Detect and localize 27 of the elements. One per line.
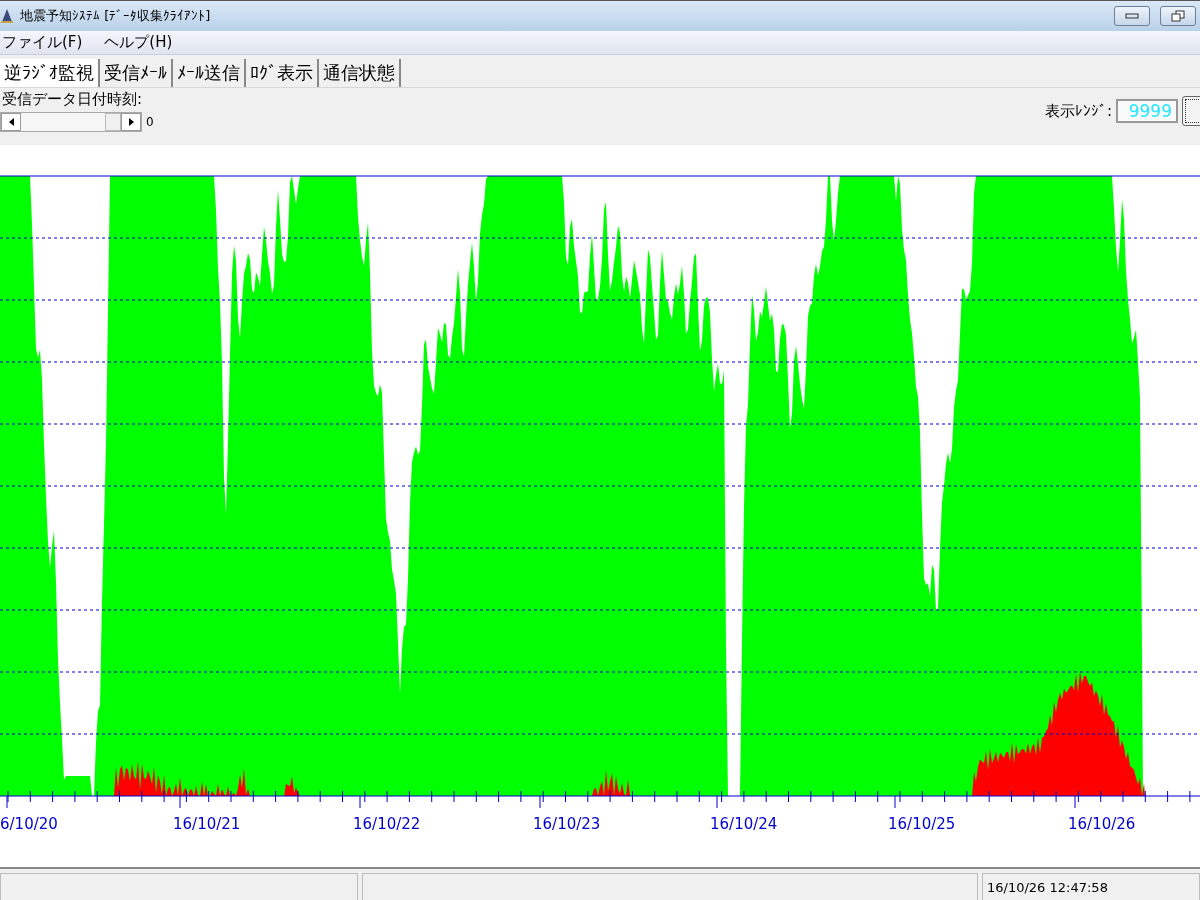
menu-item[interactable]: ヘルプ(H) <box>102 33 175 52</box>
right-arrow-icon[interactable] <box>128 118 134 126</box>
date-label: 16/10/24 <box>710 815 778 833</box>
time-value: 0 <box>146 115 154 129</box>
range-label: 表示ﾚﾝｼﾞ: <box>1044 101 1112 121</box>
tab[interactable]: 受信ﾒｰﾙ <box>100 59 173 87</box>
date-label: 16/10/25 <box>888 815 956 833</box>
menu-item[interactable]: ファイル(F) <box>0 33 85 52</box>
window-title: 地震予知ｼｽﾃﾑ [ﾃﾞｰﾀ収集ｸﾗｲｱﾝﾄ] <box>20 7 211 25</box>
tab[interactable]: 逆ﾗｼﾞｵ監視 <box>0 59 100 87</box>
tab[interactable]: ﾒｰﾙ送信 <box>173 59 246 87</box>
date-label: 6/10/20 <box>0 815 58 833</box>
restore-icon <box>1171 10 1185 22</box>
tab[interactable]: 通信状態 <box>319 59 401 87</box>
received-time-label: 受信データ日付時刻: <box>1 90 144 109</box>
app-icon <box>0 8 14 24</box>
tab[interactable]: ﾛｸﾞ表示 <box>246 59 319 87</box>
status-timestamp: 16/10/26 12:47:58 <box>982 873 1200 900</box>
minimize-icon <box>1125 13 1139 19</box>
restore-button[interactable] <box>1160 6 1196 26</box>
date-label: 16/10/23 <box>533 815 601 833</box>
date-label: 16/10/26 <box>1068 815 1136 833</box>
time-scrollbar[interactable] <box>0 112 142 132</box>
minimize-button[interactable] <box>1114 6 1150 26</box>
date-label: 16/10/22 <box>353 815 421 833</box>
left-arrow-icon[interactable] <box>8 118 14 126</box>
date-label: 16/10/21 <box>173 815 241 833</box>
